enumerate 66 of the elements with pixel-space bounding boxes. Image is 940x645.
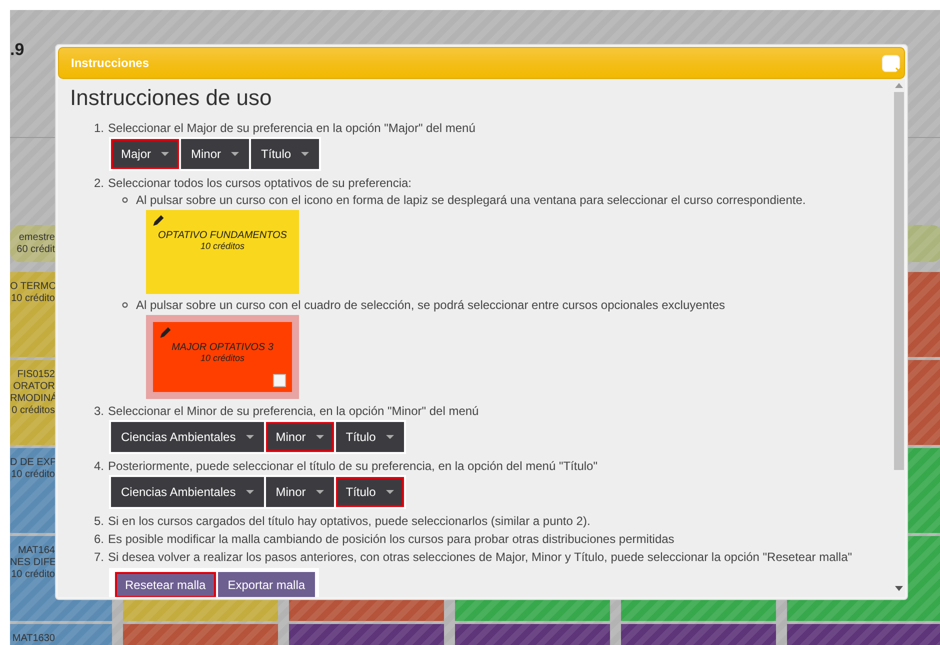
course-checkbox[interactable] bbox=[273, 374, 286, 387]
course-name: MAJOR OPTATIVOS 3 bbox=[172, 342, 274, 353]
close-button[interactable] bbox=[882, 54, 900, 72]
malla-button[interactable]: Exportar malla bbox=[218, 572, 316, 597]
scroll-thumb[interactable] bbox=[894, 92, 904, 470]
course-credits: 10 créditos bbox=[200, 241, 245, 251]
bullet-text: Al pulsar sobre un curso con el cuadro de selección, se podrá seleccionar entre cursos opcionales excluyentes bbox=[136, 298, 725, 312]
pencil-icon[interactable] bbox=[152, 215, 164, 227]
course-text: emestre bbox=[18, 232, 55, 244]
menu-dropdown[interactable]: Título bbox=[336, 477, 404, 507]
course-card[interactable]: OPTATIVO FUNDAMENTOS 10 créditos bbox=[146, 210, 299, 294]
menu-dropdown[interactable]: Título bbox=[336, 422, 404, 452]
scroll-down-icon[interactable] bbox=[895, 586, 903, 591]
menu-dropdown[interactable]: Minor bbox=[266, 422, 334, 452]
course-credits: 10 créditos bbox=[200, 353, 245, 363]
step-number: 4. bbox=[94, 459, 104, 473]
menu-dropdown[interactable]: Minor bbox=[181, 139, 250, 169]
caret-icon bbox=[316, 490, 324, 494]
caret-icon bbox=[231, 152, 240, 156]
caret-icon bbox=[161, 152, 170, 156]
step-number: 1. bbox=[94, 121, 104, 135]
caret-icon bbox=[386, 490, 394, 494]
caret-icon bbox=[246, 435, 254, 439]
course-text: O TERMO bbox=[10, 281, 55, 293]
step-number: 3. bbox=[94, 404, 104, 418]
course-text: 10 crédito bbox=[10, 569, 55, 581]
page-title: .9 bbox=[10, 40, 24, 60]
course-name: OPTATIVO FUNDAMENTOS bbox=[158, 230, 287, 241]
menu-dropdown[interactable]: Ciencias Ambientales bbox=[111, 422, 264, 452]
step-text: Seleccionar todos los cursos optativos de su preferencia: bbox=[108, 176, 412, 190]
scroll-up-icon[interactable] bbox=[895, 83, 903, 88]
course-text: NES DIFE bbox=[10, 557, 55, 569]
step-text: Es posible modificar la malla cambiando de posición los cursos para probar otras distribuciones permitidas bbox=[108, 532, 674, 546]
caret-icon bbox=[386, 435, 394, 439]
dialog-heading: Instrucciones de uso bbox=[70, 85, 272, 111]
menu-dropdown[interactable]: Título bbox=[251, 139, 320, 169]
step-number: 6. bbox=[94, 532, 104, 546]
course-text: RMODINÁ bbox=[10, 393, 55, 405]
bullet-icon bbox=[122, 197, 128, 203]
caret-icon bbox=[246, 490, 254, 494]
malla-button[interactable]: Resetear malla bbox=[115, 572, 216, 597]
course-text: 0 créditos bbox=[10, 405, 55, 417]
step-number: 5. bbox=[94, 514, 104, 528]
dialog-title: Instrucciones bbox=[71, 56, 150, 70]
step-text: Posteriormente, puede seleccionar el título de su preferencia, en la opción del menú "Título" bbox=[108, 459, 598, 473]
menu-dropdown[interactable]: Minor bbox=[266, 477, 334, 507]
step-text: Seleccionar el Minor de su preferencia, en la opción "Minor" del menú bbox=[108, 404, 479, 418]
course-text: 10 crédito bbox=[10, 293, 55, 305]
step-text: Si desea volver a realizar los pasos anteriores, con otras selecciones de Major, Minor y Título, puede seleccionar la opción "Resetear malla" bbox=[108, 550, 852, 564]
step-number: 2. bbox=[94, 176, 104, 190]
menu-dropdown[interactable]: Ciencias Ambientales bbox=[111, 477, 264, 507]
menu-dropdown[interactable]: Major bbox=[111, 139, 180, 169]
course-text: MAT1630 bbox=[11, 633, 55, 645]
caret-icon bbox=[316, 435, 324, 439]
course-text: 10 crédito bbox=[10, 469, 55, 481]
step-number: 7. bbox=[94, 550, 104, 564]
step-text: Seleccionar el Major de su preferencia en la opción "Major" del menú bbox=[108, 121, 476, 135]
caret-icon bbox=[301, 152, 310, 156]
course-text: MAT164 bbox=[16, 545, 55, 557]
step-text: Si en los cursos cargados del título hay optativos, puede seleccionarlos (similar a punto 2). bbox=[108, 514, 590, 528]
course-text: ORATOR bbox=[12, 381, 55, 392]
selectable-course-card[interactable]: MAJOR OPTATIVOS 3 10 créditos bbox=[146, 315, 299, 399]
course-text: 60 crédit bbox=[16, 244, 55, 256]
bullet-icon bbox=[122, 302, 128, 308]
course-text: FIS0152 bbox=[16, 369, 55, 381]
bullet-text: Al pulsar sobre un curso con el icono en forma de lapiz se desplegará una ventana para seleccionar el curso correspondiente. bbox=[136, 193, 806, 207]
